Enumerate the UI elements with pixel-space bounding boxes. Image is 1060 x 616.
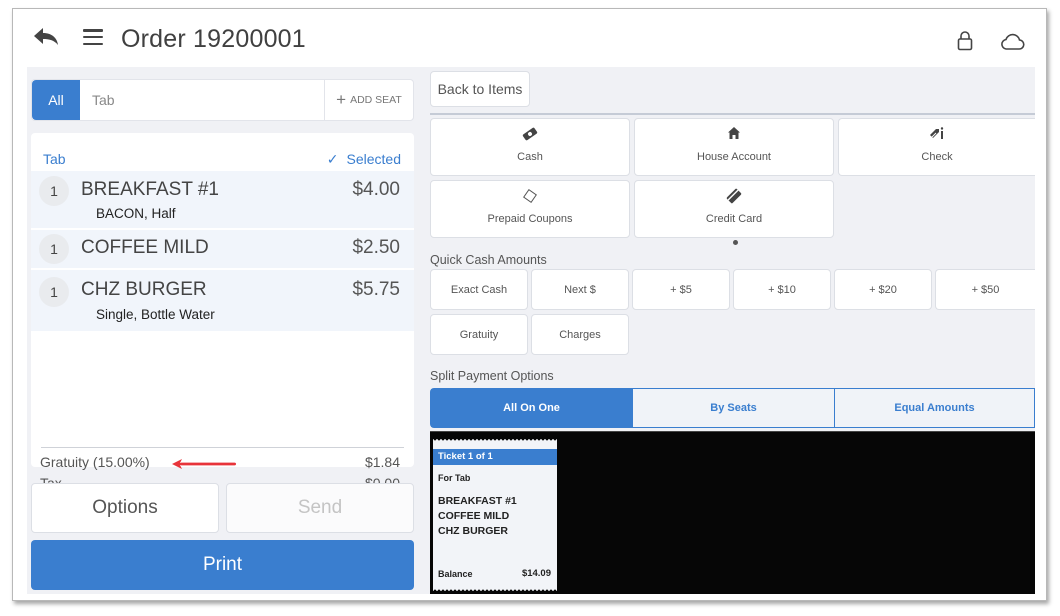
payment-cash-button[interactable]: Cash (430, 118, 630, 176)
payment-method-label: Prepaid Coupons (487, 213, 573, 225)
item-modifiers: Single, Bottle Water (96, 307, 215, 322)
payment-house-account-button[interactable]: House Account (634, 118, 834, 176)
item-name: BREAKFAST #1 (81, 179, 219, 200)
page-indicator-dot[interactable] (733, 240, 738, 245)
print-button[interactable]: Print (31, 540, 414, 590)
payment-prepaid-coupons-button[interactable]: Prepaid Coupons (430, 180, 630, 238)
add-seat-button[interactable]: + ADD SEAT (324, 80, 413, 120)
quick-cash-10-button[interactable]: + $10 (733, 269, 831, 310)
payment-method-label: Cash (517, 151, 543, 163)
tickets-area: Ticket 1 of 1 For Tab BREAKFAST #1 COFFE… (430, 431, 1035, 594)
order-item[interactable]: 1 BREAKFAST #1 BACON, Half $4.00 (31, 171, 414, 228)
payment-method-label: House Account (697, 151, 771, 163)
back-arrow-icon[interactable] (33, 27, 59, 47)
charges-button[interactable]: Charges (531, 314, 629, 355)
quick-cash-next-dollar-button[interactable]: Next $ (531, 269, 629, 310)
split-by-seats-tab[interactable]: By Seats (633, 389, 835, 427)
ticket-item: COFFEE MILD (438, 510, 510, 522)
quick-cash-heading: Quick Cash Amounts (430, 253, 547, 267)
split-all-on-one-tab[interactable]: All On One (431, 389, 633, 427)
item-quantity: 1 (39, 277, 69, 307)
quick-cash-20-button[interactable]: + $20 (834, 269, 932, 310)
panel-divider (430, 113, 1035, 115)
group-header[interactable]: Tab (43, 151, 66, 167)
ticket-perforation (433, 588, 557, 591)
selected-indicator[interactable]: ✓ Selected (327, 151, 401, 168)
seat-selector: All Tab + ADD SEAT (31, 79, 414, 121)
coupon-icon (523, 189, 537, 203)
options-button[interactable]: Options (31, 483, 219, 533)
check-tag-icon (930, 127, 944, 139)
item-price: $2.50 (352, 237, 400, 258)
ticket-header: Ticket 1 of 1 (433, 449, 557, 465)
main-area: All Tab + ADD SEAT Tab ✓ Selected 1 BREAK… (27, 67, 1035, 594)
back-to-items-button[interactable]: Back to Items (430, 71, 530, 107)
ticket-perforation (433, 439, 557, 442)
item-modifiers: BACON, Half (96, 206, 176, 221)
order-panel: All Tab + ADD SEAT Tab ✓ Selected 1 BREAK… (31, 75, 416, 590)
cloud-icon[interactable] (999, 33, 1025, 51)
ticket-balance-label: Balance (438, 569, 473, 579)
split-equal-amounts-tab[interactable]: Equal Amounts (835, 389, 1034, 427)
payment-panel: Back to Items Cash House Account Check P… (428, 67, 1035, 594)
page-title: Order 19200001 (121, 25, 306, 53)
send-button[interactable]: Send (226, 483, 414, 533)
item-price: $5.75 (352, 279, 400, 300)
payment-method-label: Check (921, 151, 953, 163)
item-quantity: 1 (39, 234, 69, 264)
annotation-arrow-icon (172, 459, 236, 469)
selected-label: Selected (346, 151, 401, 167)
split-payment-heading: Split Payment Options (430, 369, 554, 383)
cash-icon (522, 127, 538, 141)
payment-check-button[interactable]: Check (838, 118, 1035, 176)
gratuity-label: Gratuity (15.00%) (40, 454, 150, 470)
checkmark-icon: ✓ (326, 151, 339, 167)
credit-card-icon (726, 188, 742, 204)
ticket-item: BREAKFAST #1 (438, 495, 517, 507)
ticket-balance-value: $14.09 (521, 568, 551, 579)
totals-divider (41, 447, 404, 448)
ticket-item: CHZ BURGER (438, 525, 508, 537)
ticket-card[interactable]: Ticket 1 of 1 For Tab BREAKFAST #1 COFFE… (433, 439, 557, 591)
gratuity-row: Gratuity (15.00%) $1.84 (40, 454, 400, 470)
order-items-card: Tab ✓ Selected 1 BREAKFAST #1 BACON, Half… (31, 133, 414, 514)
gratuity-button[interactable]: Gratuity (430, 314, 528, 355)
item-name: CHZ BURGER (81, 279, 207, 300)
quick-cash-5-button[interactable]: + $5 (632, 269, 730, 310)
quick-cash-exact-button[interactable]: Exact Cash (430, 269, 528, 310)
split-payment-tabs: All On One By Seats Equal Amounts (430, 388, 1035, 428)
seat-all-button[interactable]: All (32, 80, 80, 120)
item-name: COFFEE MILD (81, 237, 209, 258)
item-quantity: 1 (39, 176, 69, 206)
item-price: $4.00 (352, 179, 400, 200)
order-item[interactable]: 1 COFFEE MILD $2.50 (31, 230, 414, 268)
add-seat-label: ADD SEAT (350, 94, 402, 106)
seat-tab-button[interactable]: Tab (92, 92, 115, 108)
gratuity-value: $1.84 (364, 454, 400, 470)
house-icon (728, 127, 740, 139)
ticket-for-label: For Tab (438, 473, 471, 483)
plus-icon: + (336, 90, 347, 109)
pos-window: Order 19200001 All Tab + ADD SEAT Tab ✓ (12, 8, 1047, 601)
hamburger-menu-icon[interactable] (83, 29, 103, 46)
payment-credit-card-button[interactable]: Credit Card (634, 180, 834, 238)
lock-icon[interactable] (957, 31, 973, 51)
order-item[interactable]: 1 CHZ BURGER Single, Bottle Water $5.75 (31, 270, 414, 331)
title-bar: Order 19200001 (13, 9, 1046, 65)
payment-method-label: Credit Card (705, 213, 763, 225)
quick-cash-50-button[interactable]: + $50 (935, 269, 1035, 310)
